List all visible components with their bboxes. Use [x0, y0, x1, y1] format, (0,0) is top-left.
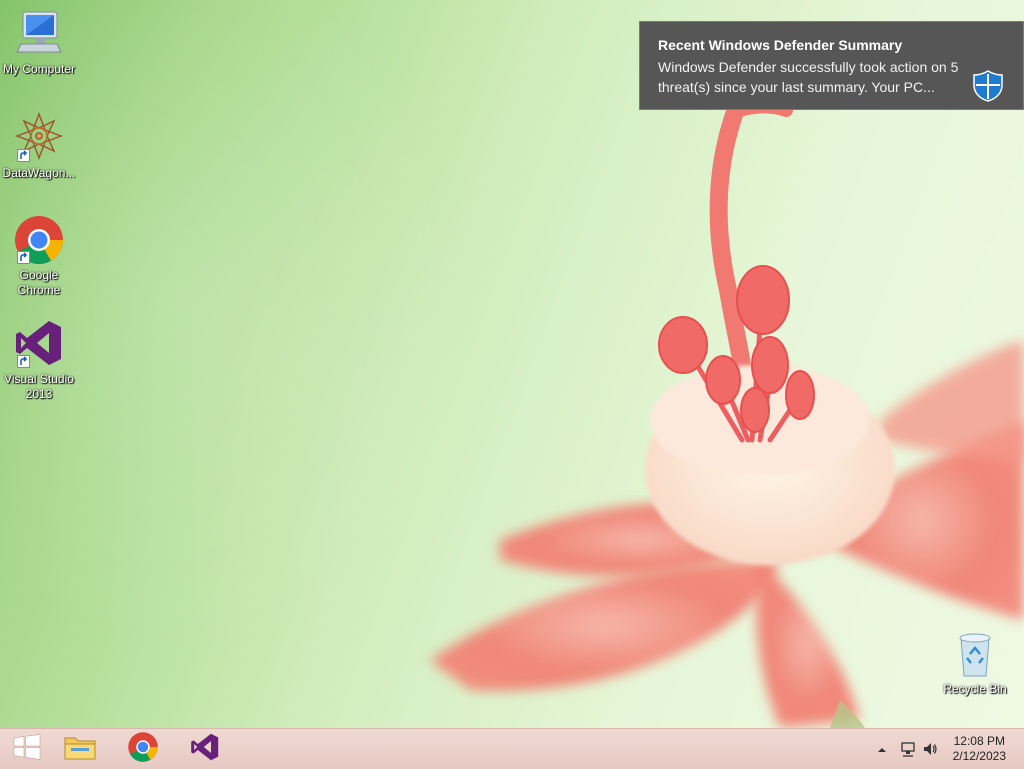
notification-body: Windows Defender successfully took actio…: [658, 59, 959, 95]
chrome-icon: [127, 731, 159, 768]
chrome-icon: [13, 214, 65, 266]
visual-studio-icon: [189, 732, 221, 767]
volume-icon[interactable]: [922, 741, 938, 762]
desktop-icon-visual-studio[interactable]: Visual Studio 2013: [1, 318, 77, 402]
taskbar: 12:08 PM 2/12/2023: [0, 728, 1024, 769]
desktop-icon-label: Recycle Bin: [943, 682, 1007, 696]
shortcut-arrow-icon: [17, 251, 30, 264]
network-icon[interactable]: [900, 741, 916, 762]
recycle-bin-icon: [949, 630, 1001, 680]
folder-icon: [63, 732, 97, 767]
desktop-icon-label: My Computer: [2, 62, 76, 76]
desktop-icon-recycle-bin[interactable]: Recycle Bin: [937, 630, 1013, 697]
taskbar-file-explorer[interactable]: [53, 729, 107, 769]
clock[interactable]: 12:08 PM 2/12/2023: [953, 734, 1006, 764]
desktop-icon-label: DataWagon...: [2, 166, 76, 180]
taskbar-google-chrome[interactable]: [116, 729, 170, 769]
notification-title: Recent Windows Defender Summary: [658, 37, 903, 53]
windows-defender-shield-icon: [973, 70, 1003, 102]
show-hidden-icons-arrow[interactable]: [877, 742, 887, 760]
clock-date: 2/12/2023: [952, 749, 1006, 763]
computer-icon: [13, 8, 65, 60]
desktop-icon-my-computer[interactable]: My Computer: [1, 8, 77, 77]
windows-logo-icon: [13, 733, 41, 765]
desktop-icon-google-chrome[interactable]: Google Chrome: [1, 214, 77, 298]
desktop[interactable]: My Computer DataWagon... Google Chrome V…: [0, 0, 1024, 728]
desktop-icon-datawagon[interactable]: DataWagon...: [1, 112, 77, 181]
desktop-icon-label: Google Chrome: [17, 268, 61, 297]
clock-time: 12:08 PM: [953, 734, 1005, 748]
defender-notification[interactable]: Recent Windows Defender Summary Windows …: [639, 21, 1024, 110]
shortcut-arrow-icon: [17, 149, 30, 162]
start-button[interactable]: [0, 729, 54, 769]
taskbar-visual-studio[interactable]: [178, 729, 232, 769]
shortcut-arrow-icon: [17, 355, 30, 368]
datawagon-icon: [13, 112, 65, 164]
visual-studio-icon: [13, 318, 65, 370]
desktop-icon-label: Visual Studio 2013: [4, 372, 74, 401]
